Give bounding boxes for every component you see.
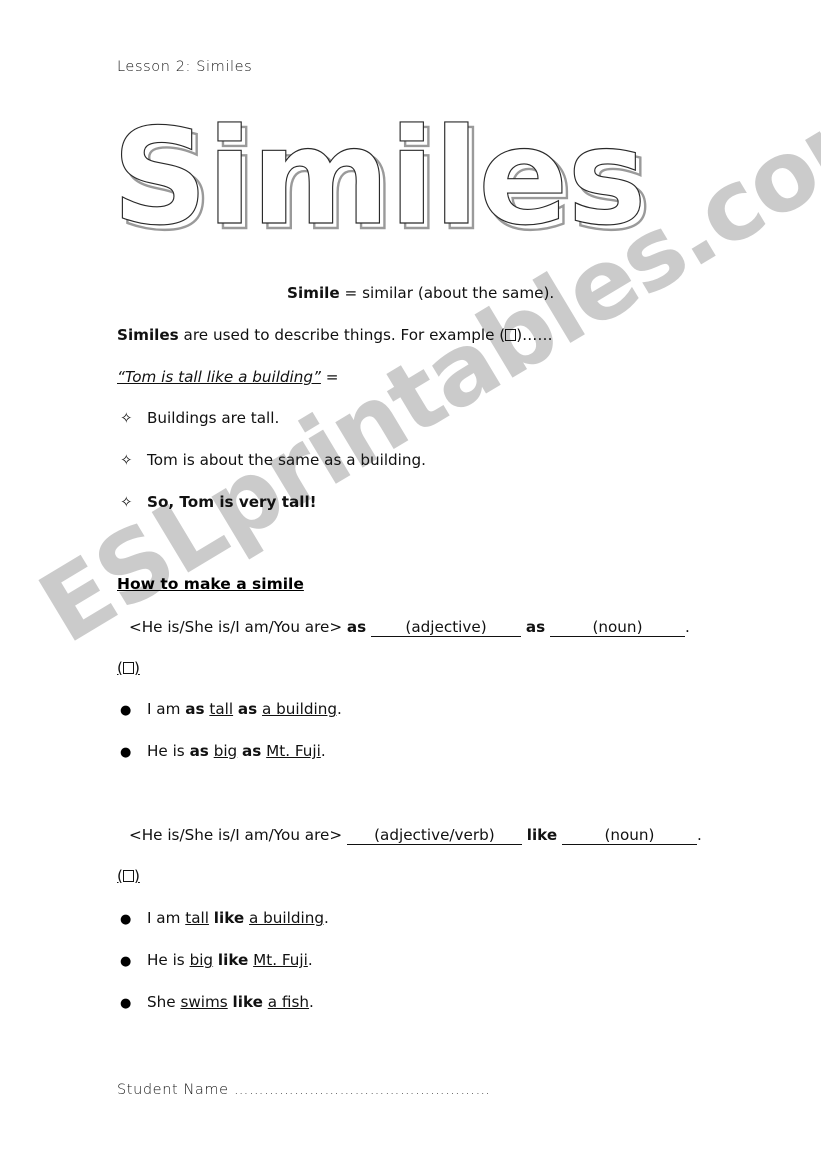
page-title: Similes Similes xyxy=(111,101,732,255)
student-name-field[interactable]: Student Name …………………………………………… xyxy=(117,1082,491,1098)
list-item: ● She swims like a fish. xyxy=(120,993,314,1011)
blank-adjective-verb-like[interactable]: (adjective/verb) xyxy=(346,827,522,845)
list-item: ✧ So, Tom is very tall! xyxy=(120,493,317,511)
example-underlined: big xyxy=(213,742,238,760)
example-keyword: like xyxy=(232,993,263,1011)
pattern-as-subject: <He is/She is/I am/You are> xyxy=(129,618,343,636)
intro-rest-after: )…… xyxy=(516,326,553,344)
example-text: He is xyxy=(147,742,190,760)
definition-term: Simile xyxy=(287,284,340,302)
missing-glyph-box-icon xyxy=(122,870,134,882)
box-marker-as: () xyxy=(117,658,140,678)
example-underlined: a building xyxy=(262,700,337,718)
example-keyword: as xyxy=(189,742,209,760)
example-keyword: as xyxy=(242,742,262,760)
example-underlined: a fish xyxy=(267,993,310,1011)
example-text: . xyxy=(337,700,342,718)
worksheet-page: ESLprintables.com Lesson 2: Similes Simi… xyxy=(0,0,821,1169)
box-marker-like: () xyxy=(117,866,140,886)
intro-rest-before: are used to describe things. For example… xyxy=(178,326,506,344)
missing-glyph-box-icon xyxy=(122,662,134,674)
example-keyword: like xyxy=(213,909,245,927)
missing-glyph-box-icon xyxy=(505,329,517,341)
list-item-label: Tom is about the same as a building. xyxy=(147,451,426,469)
example-keyword: as xyxy=(237,700,258,718)
simile-definition: Simile = similar (about the same). xyxy=(287,283,554,303)
list-item-label: So, Tom is very tall! xyxy=(147,493,317,511)
blank-adjective-as[interactable]: (adjective) xyxy=(371,619,522,637)
list-item-label: Buildings are tall. xyxy=(147,409,280,427)
definition-rest: = similar (about the same). xyxy=(339,284,555,302)
section-heading-how-to: How to make a simile xyxy=(117,575,304,593)
example-keyword: as xyxy=(185,700,205,718)
example-text: . xyxy=(320,742,326,760)
example-underlined: big xyxy=(189,951,214,969)
example-quote-line: “Tom is tall like a building” = xyxy=(117,367,338,387)
pattern-like-endpunct: . xyxy=(696,826,702,844)
page-title-outline: Similes xyxy=(111,101,647,255)
dot-bullet-icon: ● xyxy=(120,954,132,969)
blank-noun-as[interactable]: (noun) xyxy=(549,619,685,637)
dot-bullet-icon: ● xyxy=(120,912,132,927)
example-text: He is xyxy=(147,951,190,969)
star-bullet-icon: ✧ xyxy=(120,493,133,511)
box-marker-close: ) xyxy=(133,867,140,885)
list-item: ✧ Buildings are tall. xyxy=(120,409,279,427)
list-item: ● He is big like Mt. Fuji. xyxy=(120,951,313,969)
blank-noun-like[interactable]: (noun) xyxy=(561,827,697,845)
pattern-as-keyword2: as xyxy=(525,618,546,636)
dot-bullet-icon: ● xyxy=(120,996,132,1011)
pattern-like-line: <He is/She is/I am/You are> (adjective/v… xyxy=(129,825,702,845)
simile-intro: Similes are used to describe things. For… xyxy=(117,325,553,345)
example-keyword: like xyxy=(217,951,249,969)
example-text: I am xyxy=(147,909,186,927)
star-bullet-icon: ✧ xyxy=(120,451,133,469)
pattern-as-keyword1: as xyxy=(346,618,367,636)
dot-bullet-icon: ● xyxy=(120,703,132,718)
star-bullet-icon: ✧ xyxy=(120,409,133,427)
dot-bullet-icon: ● xyxy=(120,745,132,760)
example-text: . xyxy=(307,951,313,969)
example-quote-equals: = xyxy=(320,368,339,386)
example-text: . xyxy=(309,993,314,1011)
list-item: ● I am tall like a building. xyxy=(120,909,329,927)
list-item: ● I am as tall as a building. xyxy=(120,700,342,718)
example-underlined: swims xyxy=(180,993,228,1011)
example-text: . xyxy=(323,909,329,927)
example-text: She xyxy=(147,993,181,1011)
pattern-as-line: <He is/She is/I am/You are> as (adjectiv… xyxy=(129,617,690,637)
example-underlined: Mt. Fuji xyxy=(266,742,321,760)
example-text: I am xyxy=(147,700,186,718)
pattern-as-endpunct: . xyxy=(684,618,690,636)
example-underlined: Mt. Fuji xyxy=(253,951,308,969)
student-name-dots: …………………………………………… xyxy=(228,1082,491,1098)
list-item: ● He is as big as Mt. Fuji. xyxy=(120,742,326,760)
list-item: ✧ Tom is about the same as a building. xyxy=(120,451,426,469)
pattern-like-subject: <He is/She is/I am/You are> xyxy=(129,826,343,844)
example-underlined: tall xyxy=(185,909,209,927)
example-underlined: tall xyxy=(209,700,234,718)
intro-lead: Similes xyxy=(117,326,179,344)
worksheet-content: Lesson 2: Similes Similes Similes Simile… xyxy=(0,0,821,1169)
example-quote-text: “Tom is tall like a building” xyxy=(117,368,321,386)
student-name-label: Student Name xyxy=(117,1082,229,1098)
box-marker-close: ) xyxy=(133,659,140,677)
pattern-like-keyword: like xyxy=(526,826,558,844)
lesson-header: Lesson 2: Similes xyxy=(117,59,253,75)
example-underlined: a building xyxy=(249,909,324,927)
